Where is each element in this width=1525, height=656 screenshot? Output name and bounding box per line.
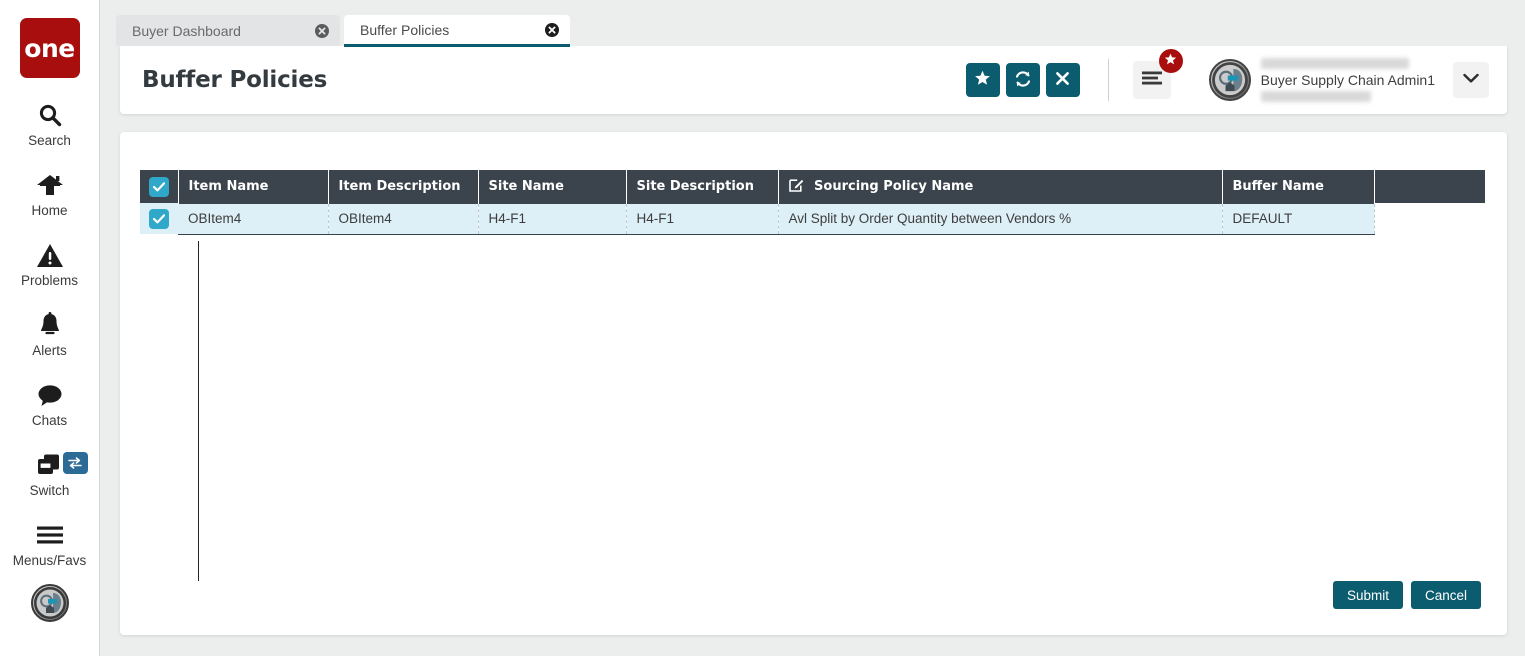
home-icon xyxy=(36,170,64,200)
brand-logo-text: one xyxy=(24,33,75,63)
column-header-label: Item Description xyxy=(338,178,461,194)
cell-site-name[interactable]: H4-F1 xyxy=(478,202,627,235)
column-header-item-name[interactable]: Item Name xyxy=(178,170,329,203)
cell-buffer-name[interactable]: DEFAULT xyxy=(1222,202,1375,235)
column-header-spacer xyxy=(1374,170,1485,203)
sidebar-item-menus-favs[interactable]: Menus/Favs xyxy=(0,520,100,568)
chat-bubble-icon xyxy=(36,380,64,410)
sidebar-item-label-alerts: Alerts xyxy=(32,343,67,358)
sidebar-item-label-search: Search xyxy=(28,133,71,148)
refresh-button[interactable] xyxy=(1005,63,1040,97)
search-icon xyxy=(37,100,63,130)
grid-body: OBItem4 OBItem4 H4-F1 H4-F1 Avl Split by… xyxy=(140,202,1485,235)
column-header-label: Sourcing Policy Name xyxy=(814,178,974,194)
column-header-label: Buffer Name xyxy=(1232,178,1324,194)
redacted-line-above xyxy=(1260,58,1409,69)
row-select-cell[interactable] xyxy=(140,203,178,234)
hamburger-icon xyxy=(1141,70,1163,91)
sidebar-item-chats[interactable]: Chats xyxy=(0,380,100,428)
tab-label-buffer-policies: Buffer Policies xyxy=(360,21,450,38)
header-divider xyxy=(1107,59,1109,101)
close-circle-icon[interactable] xyxy=(314,23,330,39)
user-name: Buyer Supply Chain Admin1 xyxy=(1260,72,1435,88)
cell-spacer xyxy=(1374,203,1485,234)
table-row[interactable]: OBItem4 OBItem4 H4-F1 H4-F1 Avl Split by… xyxy=(140,202,1485,235)
bell-icon xyxy=(37,310,63,340)
star-icon xyxy=(1164,53,1177,69)
hamburger-icon xyxy=(35,520,65,550)
row-checkbox[interactable] xyxy=(149,208,169,229)
sidebar-item-label-menus-favs: Menus/Favs xyxy=(12,553,87,568)
cancel-button[interactable]: Cancel xyxy=(1410,581,1481,609)
windows-stack-icon xyxy=(35,450,65,480)
sidebar-avatar[interactable] xyxy=(30,584,69,622)
cell-item-description[interactable]: OBItem4 xyxy=(328,202,479,235)
column-header-label: Site Description xyxy=(636,178,754,194)
tab-buyer-dashboard[interactable]: Buyer Dashboard xyxy=(116,15,340,46)
cell-item-name[interactable]: OBItem4 xyxy=(178,202,329,235)
swap-arrows-icon[interactable] xyxy=(62,452,88,474)
user-menu-toggle[interactable] xyxy=(1453,62,1489,98)
refresh-icon xyxy=(1014,70,1032,91)
brand-logo[interactable]: one xyxy=(19,18,80,78)
chevron-down-icon xyxy=(1463,71,1479,89)
grid-left-rule xyxy=(198,241,199,581)
tab-buffer-policies[interactable]: Buffer Policies xyxy=(344,15,570,47)
user-info: Buyer Supply Chain Admin1 xyxy=(1260,56,1435,104)
column-header-label: Item Name xyxy=(188,178,269,194)
menus-favs-button[interactable] xyxy=(1132,49,1183,99)
page-title: Buffer Policies xyxy=(142,67,328,93)
tab-label-buyer-dashboard: Buyer Dashboard xyxy=(132,22,241,39)
x-icon xyxy=(1055,71,1070,89)
column-header-label: Site Name xyxy=(488,178,564,194)
select-all-checkbox[interactable] xyxy=(148,176,169,197)
sidebar-item-search[interactable]: Search xyxy=(0,100,100,148)
column-header-sourcing-policy-name[interactable]: Sourcing Policy Name xyxy=(778,170,1223,203)
redacted-line-below xyxy=(1260,91,1371,102)
sidebar-item-label-chats: Chats xyxy=(31,413,68,428)
sidebar-item-label-switch: Switch xyxy=(29,483,70,498)
cell-site-description[interactable]: H4-F1 xyxy=(626,202,779,235)
submit-button[interactable]: Submit xyxy=(1332,581,1403,609)
page-header-card: Buffer Policies Buyer Supply Chain Admin… xyxy=(120,46,1507,114)
column-header-buffer-name[interactable]: Buffer Name xyxy=(1222,170,1375,203)
footer-actions: Submit Cancel xyxy=(1332,581,1481,609)
left-sidebar: one Search Home Problems Alerts Chats Sw… xyxy=(0,0,100,656)
sidebar-item-problems[interactable]: Problems xyxy=(0,240,100,288)
cell-sourcing-policy-name[interactable]: Avl Split by Order Quantity between Vend… xyxy=(778,202,1223,235)
sidebar-item-switch[interactable]: Switch xyxy=(0,450,100,498)
avatar[interactable] xyxy=(1208,59,1251,101)
close-circle-icon[interactable] xyxy=(544,22,560,38)
header-actions: Buyer Supply Chain Admin1 xyxy=(960,49,1507,104)
grid-table: Item Name Item Description Site Name Sit… xyxy=(140,170,1485,235)
user-menu[interactable]: Buyer Supply Chain Admin1 xyxy=(1208,56,1489,104)
main-content-card: Item Name Item Description Site Name Sit… xyxy=(120,132,1507,635)
column-header-item-description[interactable]: Item Description xyxy=(328,170,479,203)
user-avatar-icon xyxy=(1211,62,1248,98)
tab-strip: Buyer Dashboard Buffer Policies xyxy=(100,0,1525,47)
select-all-header[interactable] xyxy=(140,170,179,203)
star-icon xyxy=(974,70,991,90)
grid-header: Item Name Item Description Site Name Sit… xyxy=(140,170,1485,203)
sidebar-item-alerts[interactable]: Alerts xyxy=(0,310,100,358)
sidebar-item-label-home: Home xyxy=(31,203,68,218)
sidebar-item-label-problems: Problems xyxy=(20,273,79,288)
user-avatar-icon xyxy=(33,587,66,619)
favorite-button[interactable] xyxy=(965,63,1000,97)
edit-pencil-icon xyxy=(788,177,804,196)
sidebar-item-home[interactable]: Home xyxy=(0,170,100,218)
warning-triangle-icon xyxy=(36,240,64,270)
grid-header-row: Item Name Item Description Site Name Sit… xyxy=(140,170,1485,203)
buffer-policies-grid: Item Name Item Description Site Name Sit… xyxy=(140,170,1485,581)
column-header-site-name[interactable]: Site Name xyxy=(478,170,627,203)
menus-favs-badge xyxy=(1158,49,1183,73)
close-button[interactable] xyxy=(1045,63,1080,97)
column-header-site-description[interactable]: Site Description xyxy=(626,170,779,203)
